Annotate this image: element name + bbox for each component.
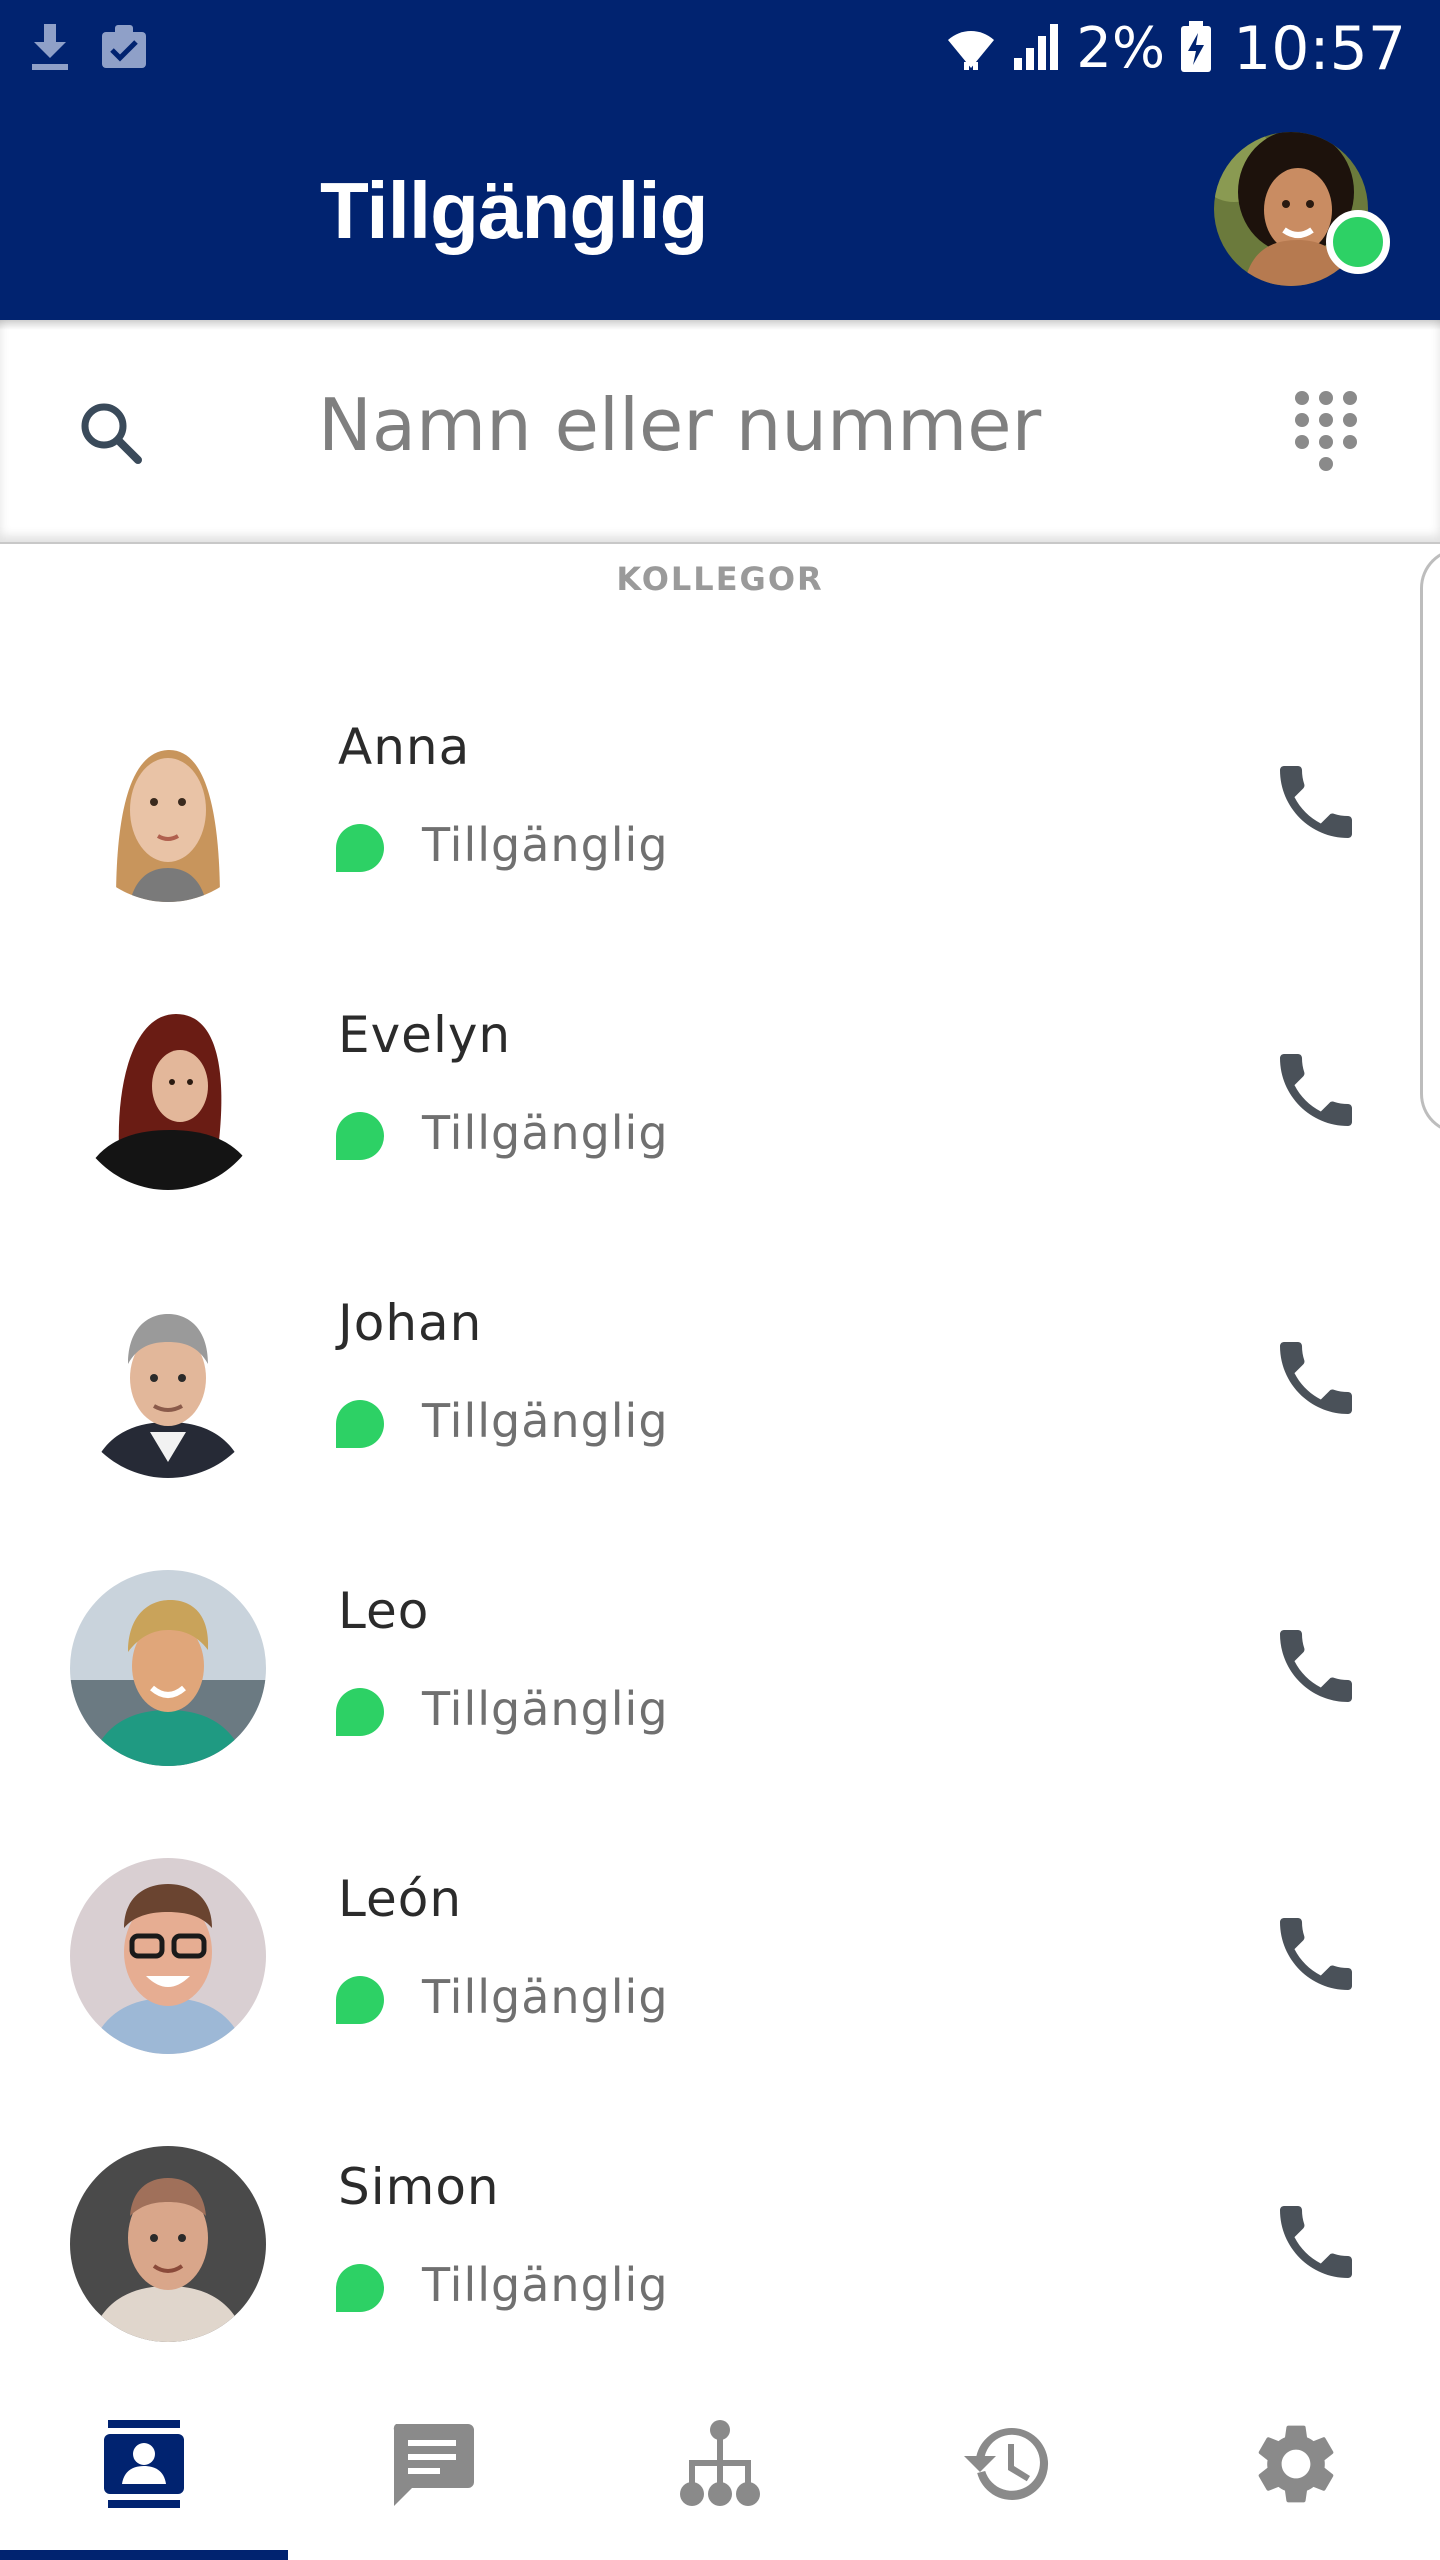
contact-row[interactable]: Simon Tillgänglig	[0, 2112, 1440, 2400]
clipboard-check-icon	[98, 22, 150, 77]
dialpad-icon[interactable]	[1290, 388, 1362, 478]
avatar	[70, 706, 266, 902]
battery-charging-icon	[1179, 20, 1213, 78]
signal-icon	[1010, 22, 1062, 77]
call-button[interactable]	[1268, 754, 1364, 850]
section-label: KOLLEGOR	[616, 560, 824, 598]
contact-row[interactable]: Evelyn Tillgänglig	[0, 960, 1440, 1248]
contacts-icon	[104, 2420, 184, 2508]
contact-status: Tillgänglig	[422, 1682, 669, 1736]
bottom-navigation	[0, 2368, 1440, 2560]
contact-name: Anna	[338, 718, 471, 776]
presence-indicator	[336, 1112, 384, 1160]
contact-name: Leo	[338, 1582, 430, 1640]
presence-indicator	[336, 824, 384, 872]
presence-indicator	[336, 1976, 384, 2024]
contact-status: Tillgänglig	[422, 818, 669, 872]
avatar	[70, 1570, 266, 1766]
contact-status: Tillgänglig	[422, 1106, 669, 1160]
nav-tab-history[interactable]	[864, 2368, 1152, 2560]
contact-row[interactable]: Anna Tillgänglig	[0, 672, 1440, 960]
call-button[interactable]	[1268, 1042, 1364, 1138]
contact-name: León	[338, 1870, 463, 1928]
avatar	[70, 994, 266, 1190]
nav-tab-organization[interactable]	[576, 2368, 864, 2560]
presence-indicator	[336, 1400, 384, 1448]
page-title: Tillgänglig	[320, 166, 709, 255]
contact-status: Tillgänglig	[422, 1394, 669, 1448]
contact-name: Johan	[338, 1294, 483, 1352]
settings-icon	[1258, 2425, 1334, 2503]
search-input[interactable]	[318, 370, 1218, 480]
chat-icon	[393, 2424, 474, 2506]
presence-indicator	[336, 1688, 384, 1736]
contact-row[interactable]: Leo Tillgänglig	[0, 1536, 1440, 1824]
contact-status: Tillgänglig	[422, 1970, 669, 2024]
org-chart-icon	[680, 2420, 760, 2506]
contact-name: Evelyn	[338, 1006, 512, 1064]
call-button[interactable]	[1268, 1906, 1364, 2002]
app-header: 2% 10:57 Tillgänglig	[0, 0, 1440, 320]
call-button[interactable]	[1268, 1330, 1364, 1426]
history-icon	[964, 2427, 1049, 2500]
download-icon	[30, 22, 70, 77]
nav-tab-chat[interactable]	[288, 2368, 576, 2560]
avatar	[70, 2146, 266, 2342]
active-tab-indicator	[0, 2550, 288, 2560]
nav-tab-settings[interactable]	[1152, 2368, 1440, 2560]
avatar	[70, 1282, 266, 1478]
clock: 10:57	[1233, 14, 1406, 84]
avatar	[70, 1858, 266, 2054]
wifi-icon	[946, 22, 996, 77]
call-button[interactable]	[1268, 2194, 1364, 2290]
nav-tab-contacts[interactable]	[0, 2368, 288, 2560]
user-status-indicator	[1326, 210, 1390, 274]
contact-name: Simon	[338, 2158, 500, 2216]
battery-percent: 2%	[1076, 16, 1166, 81]
presence-indicator	[336, 2264, 384, 2312]
contact-status: Tillgänglig	[422, 2258, 669, 2312]
search-icon[interactable]	[76, 398, 146, 468]
call-button[interactable]	[1268, 1618, 1364, 1714]
contact-row[interactable]: Johan Tillgänglig	[0, 1248, 1440, 1536]
header-shadow	[0, 320, 1440, 330]
contact-row[interactable]: León Tillgänglig	[0, 1824, 1440, 2112]
status-bar: 2% 10:57	[0, 0, 1440, 100]
